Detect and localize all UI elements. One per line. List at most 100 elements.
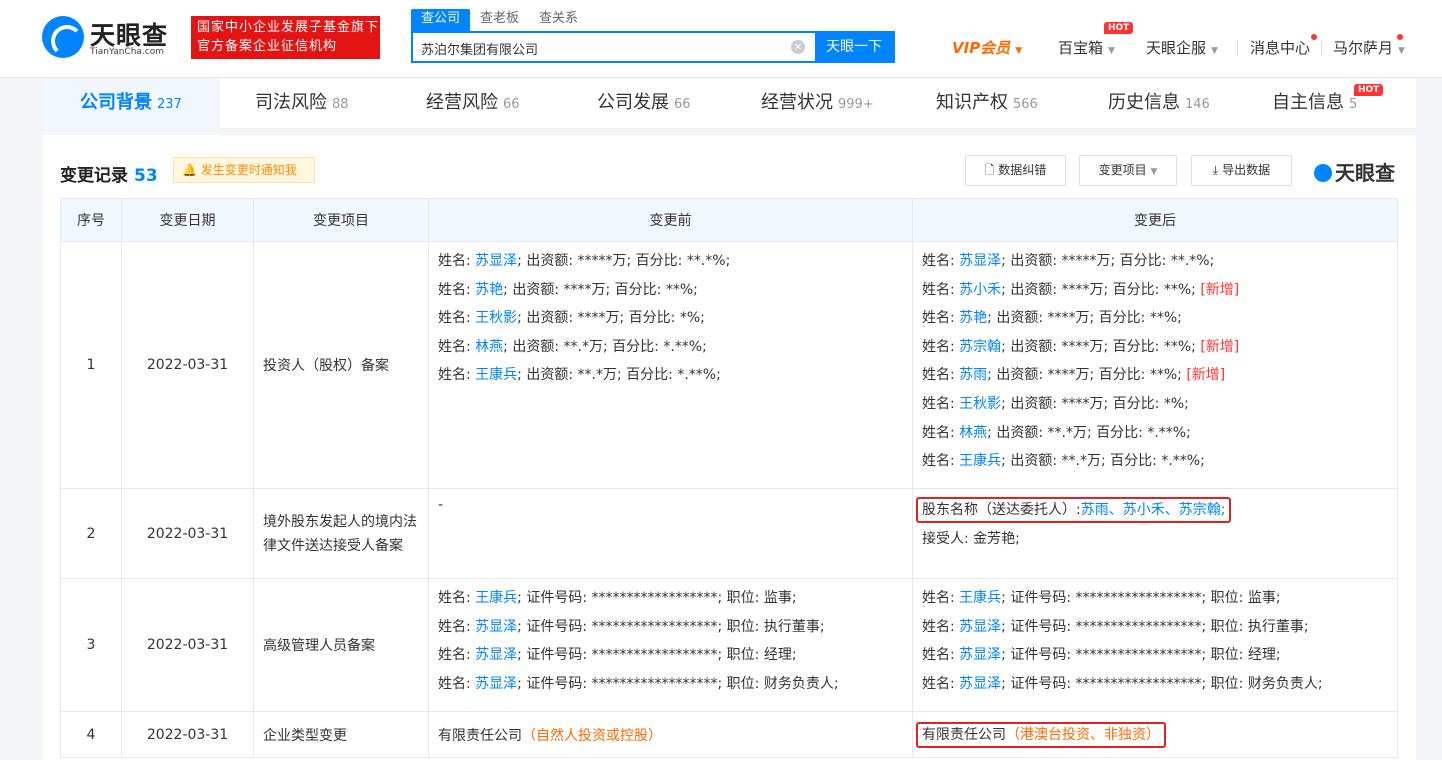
shareholder-line: 姓名: 苏艳; 出资额: ****万; 百分比: **%; (438, 276, 903, 305)
amount-value: *****万 (1061, 253, 1111, 269)
person-link[interactable]: 苏雨 (959, 367, 987, 383)
highlight-box: 股东名称（送达委托人）:苏雨、苏小禾、苏宗翰; (916, 497, 1232, 523)
field-label: ; 百分比: (1086, 424, 1148, 441)
treasure-menu[interactable]: 百宝箱 ▼ (1058, 37, 1115, 58)
tab-business-risk[interactable]: 经营风险 66 (426, 79, 520, 129)
change-item-filter[interactable]: 变更项目 ▼ (1079, 155, 1177, 186)
field-label: ; 证件号码: (517, 618, 592, 635)
percent-value: *%; (1163, 395, 1189, 412)
row-index: 2 (60, 488, 122, 579)
tab-legal-risk[interactable]: 司法风险 88 (255, 79, 349, 129)
banner-line-2: 官方备案企业征信机构 (197, 39, 338, 54)
search-tab-boss[interactable]: 查老板 (470, 9, 529, 31)
person-link[interactable]: 苏显泽 (959, 619, 1001, 635)
person-link[interactable]: 苏艳 (475, 282, 503, 298)
row-item: 企业类型变更 (253, 711, 429, 758)
chevron-down-icon: ▼ (1398, 46, 1405, 56)
shareholder-label: 股东名称（送达委托人）: (922, 502, 1081, 518)
person-link[interactable]: 王康兵 (959, 453, 1001, 469)
person-link[interactable]: 苏雨 (1081, 502, 1109, 518)
manager-line: 姓名: 苏显泽; 证件号码: ******************; 职位: 财… (922, 670, 1388, 699)
clear-icon[interactable]: × (791, 40, 805, 54)
role-value: 财务负责人; (763, 675, 839, 692)
amount-value: *****万 (577, 253, 627, 269)
person-link[interactable]: 苏显泽 (959, 676, 1001, 692)
person-link[interactable]: 林燕 (959, 425, 987, 441)
field-label: ; 出资额: (1001, 395, 1062, 412)
name-terminator: ; (1220, 502, 1226, 518)
tab-history[interactable]: 历史信息 146 (1108, 79, 1210, 129)
person-link[interactable]: 王秋影 (959, 396, 1001, 412)
table-row: 1 2022-03-31 投资人（股权）备案 姓名: 苏显泽; 出资额: ***… (60, 241, 1398, 489)
person-link[interactable]: 苏小禾 (1123, 502, 1165, 518)
shareholder-line: 姓名: 苏宗翰; 出资额: ****万; 百分比: **%; [新增] (922, 333, 1388, 362)
field-label: ; 百分比: (1100, 453, 1162, 470)
person-link[interactable]: 王康兵 (475, 367, 517, 383)
amount-value: **.*万 (577, 367, 617, 384)
amount-value: ****万 (563, 281, 606, 298)
chevron-down-icon: ▼ (1150, 167, 1158, 177)
person-link[interactable]: 王康兵 (959, 590, 1001, 606)
message-center[interactable]: 消息中心 (1250, 37, 1310, 58)
person-link[interactable]: 苏小禾 (959, 282, 1001, 298)
manager-line: 姓名: 苏显泽; 证件号码: ******************; 职位: 执… (922, 613, 1388, 642)
person-link[interactable]: 苏显泽 (959, 253, 1001, 269)
search-button[interactable]: 天眼一下 (815, 33, 893, 61)
notify-button[interactable]: 🔔 发生变更时通知我 (173, 157, 315, 183)
person-link[interactable]: 王秋影 (475, 310, 517, 326)
chevron-down-icon: ▼ (1015, 46, 1023, 56)
user-menu[interactable]: 马尔萨月 ▼ (1333, 37, 1405, 58)
tab-ip[interactable]: 知识产权 566 (936, 79, 1038, 129)
search-tab-company[interactable]: 查公司 (411, 9, 471, 31)
tab-label: 经营状况 (761, 92, 833, 113)
person-link[interactable]: 苏显泽 (475, 619, 517, 635)
field-label: ; 职位: (1201, 590, 1248, 606)
tab-label: 历史信息 (1108, 92, 1180, 113)
person-link[interactable]: 苏宗翰 (1179, 502, 1221, 518)
chevron-down-icon: ▼ (1211, 46, 1218, 56)
search-tab-relation[interactable]: 查关系 (529, 9, 588, 31)
tab-background[interactable]: 公司背景 237 (42, 79, 220, 129)
section-count: 53 (134, 166, 158, 186)
after-cell: 股东名称（送达委托人）:苏雨、苏小禾、苏宗翰; 接受人: 金芳艳; (912, 488, 1398, 579)
person-link[interactable]: 苏显泽 (959, 647, 1001, 663)
search-input[interactable]: 苏泊尔集团有限公司 (421, 39, 538, 58)
tab-label: 公司背景 (80, 92, 152, 113)
button-label: 导出数据 (1222, 163, 1271, 177)
vip-menu[interactable]: VIP会员 ▼ (952, 37, 1022, 58)
field-label: 姓名: (922, 675, 960, 692)
tab-count: 999+ (838, 97, 874, 112)
field-label: ; 出资额: (1001, 338, 1062, 355)
tab-count: 237 (157, 97, 182, 112)
logo-eye-icon (42, 16, 84, 58)
change-record-panel: 变更记录 53 🔔 发生变更时通知我 🗋 数据纠错 变更项目 ▼ ⤓ 导出数据 天… (42, 135, 1416, 760)
data-correction-button[interactable]: 🗋 数据纠错 (965, 155, 1066, 186)
export-button[interactable]: ⤓ 导出数据 (1191, 155, 1292, 186)
person-link[interactable]: 苏显泽 (475, 676, 517, 692)
row-item: 境外股东发起人的境内法律文件送达接受人备案 (253, 488, 429, 579)
person-link[interactable]: 苏显泽 (475, 253, 517, 269)
field-label: ; 证件号码: (517, 647, 592, 664)
enterprise-menu[interactable]: 天眼企服 ▼ (1146, 37, 1218, 58)
person-link[interactable]: 苏宗翰 (959, 339, 1001, 355)
shareholder-line: 姓名: 苏小禾; 出资额: ****万; 百分比: **%; [新增] (922, 276, 1388, 305)
person-link[interactable]: 苏显泽 (475, 647, 517, 663)
manager-line: 姓名: 苏显泽; 证件号码: ******************; 职位: 执… (438, 613, 903, 642)
tab-self-info[interactable]: 自主信息 5 (1272, 79, 1357, 129)
field-label: 姓名: (922, 647, 960, 664)
after-cell: 姓名: 王康兵; 证件号码: ******************; 职位: 监… (912, 578, 1398, 712)
role-value: 经理; (1247, 647, 1281, 664)
person-link[interactable]: 苏艳 (959, 310, 987, 326)
percent-value: *%; (679, 310, 705, 327)
percent-value: **%; (1163, 338, 1196, 355)
tab-label: 经营风险 (426, 92, 498, 113)
table-row: 4 2022-03-31 企业类型变更 有限责任公司（自然人投资或控股） 有限责… (60, 711, 1398, 758)
amount-value: **.*万 (1047, 424, 1087, 441)
amount-value: **.*万 (563, 338, 603, 355)
tab-operations[interactable]: 经营状况 999+ (761, 79, 874, 129)
tab-development[interactable]: 公司发展 66 (597, 79, 691, 129)
site-logo[interactable]: 天眼查 TianYanCha.com (42, 14, 182, 60)
person-link[interactable]: 王康兵 (475, 590, 517, 606)
person-link[interactable]: 林燕 (475, 339, 503, 355)
field-label: ; 证件号码: (1001, 675, 1076, 692)
